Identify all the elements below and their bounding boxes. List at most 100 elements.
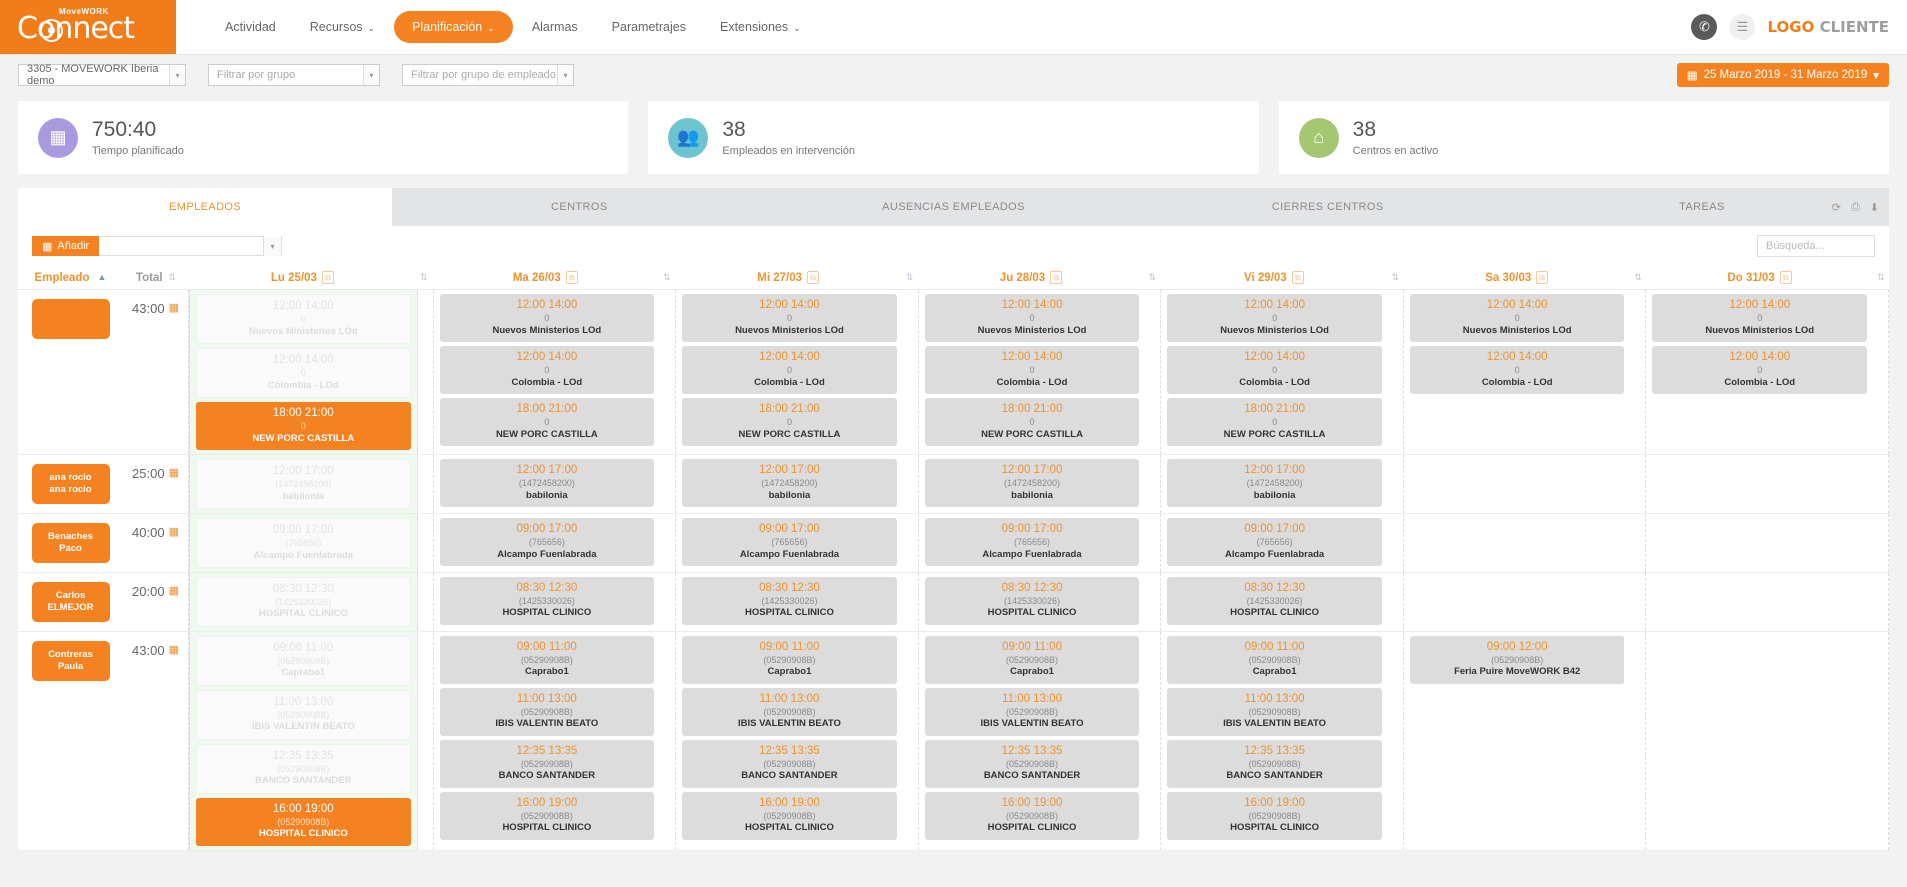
shift-card[interactable]: 09:00 11:00 (05290908B) Caprabo1 xyxy=(1167,635,1382,684)
shift-card[interactable]: 09:00 17:00 (765656) Alcampo Fuenlabrada xyxy=(682,517,897,566)
day-cell-5[interactable] xyxy=(1404,455,1631,513)
shift-card[interactable]: 18:00 21:00 0 NEW PORC CASTILLA xyxy=(682,397,897,446)
day-cell-1[interactable]: 12:00 14:00 0 Nuevos Ministerios LOd 12:00 … xyxy=(434,290,661,454)
shift-card[interactable]: 16:00 19:00 (05290908B) HOSPITAL CLINICO xyxy=(196,797,411,846)
day-cell-2[interactable]: 09:00 17:00 (765656) Alcampo Fuenlabrada xyxy=(676,514,903,572)
employee-chip[interactable]: Benaches Paco xyxy=(31,522,110,563)
shift-card[interactable]: 11:00 13:00 (05290908B) IBIS VALENTIN BEAT… xyxy=(924,687,1140,736)
nav-item-parametrajes[interactable]: Parametrajes xyxy=(597,12,701,42)
employee-chip[interactable]: ana rocio ana rocio xyxy=(31,463,110,504)
shift-card[interactable]: 11:00 13:00 (05290908B) IBIS VALENTIN BEAT… xyxy=(682,687,897,736)
day-cell-5[interactable]: 09:00 12:00 (05290908B) Feria Puire MoveWO… xyxy=(1404,632,1631,850)
shift-card[interactable]: 09:00 12:00 (05290908B) Feria Puire MoveWO… xyxy=(1409,635,1625,684)
shift-card[interactable]: 16:00 19:00 (05290908B) HOSPITAL CLINICO xyxy=(924,791,1140,840)
col-sort-day-5[interactable]: ⇅ xyxy=(1630,273,1646,282)
col-header-day-2[interactable]: Mi 27/03 ⧉ xyxy=(675,271,902,284)
sort-toggle-icon[interactable]: ⇅ xyxy=(420,273,428,282)
day-cell-0[interactable]: 08:30 12:30 (1425330026) HOSPITAL CLINICO xyxy=(189,572,418,631)
copy-day-icon[interactable]: ⧉ xyxy=(565,271,578,284)
shift-card[interactable]: 12:00 14:00 0 Nuevos Ministerios LOd xyxy=(682,294,897,342)
day-cell-3[interactable]: 09:00 11:00 (05290908B) Caprabo1 11:00 13:0… xyxy=(919,632,1146,850)
shift-card[interactable]: 18:00 21:00 0 NEW PORC CASTILLA xyxy=(439,397,655,446)
col-sort-day-4[interactable]: ⇅ xyxy=(1387,273,1403,282)
copy-day-icon[interactable]: ⧉ xyxy=(1536,271,1549,284)
day-cell-4[interactable]: 12:00 17:00 (1472458200) babilonia xyxy=(1161,455,1388,513)
shift-card[interactable]: 12:00 14:00 0 Colombia - LOd xyxy=(924,345,1140,394)
shift-card[interactable]: 12:00 14:00 0 Nuevos Ministerios LOd xyxy=(924,294,1140,342)
shift-card[interactable]: 12:35 13:35 (05290908B) BANCO SANTANDER xyxy=(1167,739,1382,788)
tab-empleados[interactable]: EMPLEADOS xyxy=(18,188,393,226)
shift-card[interactable]: 09:00 11:00 (05290908B) Caprabo1 xyxy=(924,635,1140,684)
shift-card[interactable]: 12:00 14:00 0 Colombia - LOd xyxy=(1409,345,1625,394)
tab-ausencias-empleados[interactable]: AUSENCIAS EMPLEADOS xyxy=(766,188,1140,226)
day-cell-6[interactable]: 12:00 14:00 0 Nuevos Ministerios LOd 12:00 … xyxy=(1646,290,1873,454)
day-cell-6[interactable] xyxy=(1646,573,1873,631)
shift-card[interactable]: 16:00 19:00 (05290908B) HOSPITAL CLINICO xyxy=(439,791,655,840)
print-icon[interactable]: ⎙ xyxy=(1851,201,1860,214)
day-cell-6[interactable] xyxy=(1646,455,1873,513)
shift-card[interactable]: 12:00 14:00 0 Colombia - LOd xyxy=(196,347,411,398)
shift-card[interactable]: 12:00 14:00 0 Colombia - LOd xyxy=(439,345,655,394)
day-cell-1[interactable]: 09:00 11:00 (05290908B) Caprabo1 11:00 13:0… xyxy=(434,632,661,850)
copy-day-icon[interactable]: ⧉ xyxy=(1291,271,1304,284)
col-header-day-6[interactable]: Do 31/03 ⧉ xyxy=(1646,271,1873,284)
nav-item-actividad[interactable]: Actividad xyxy=(210,12,291,42)
nav-item-alarmas[interactable]: Alarmas xyxy=(517,12,593,42)
shift-card[interactable]: 09:00 11:00 (05290908B) Caprabo1 xyxy=(439,635,655,684)
col-header-total[interactable]: Total ⇅ xyxy=(123,272,189,284)
shift-card[interactable]: 12:00 17:00 (1472458200) babilonia xyxy=(1167,458,1382,507)
shift-card[interactable]: 11:00 13:00 (05290908B) IBIS VALENTIN BEAT… xyxy=(196,689,411,740)
sort-toggle-icon[interactable]: ⇅ xyxy=(1877,273,1885,282)
day-cell-4[interactable]: 08:30 12:30 (1425330026) HOSPITAL CLINICO xyxy=(1161,573,1388,631)
shift-card[interactable]: 12:00 14:00 0 Nuevos Ministerios LOd xyxy=(1652,294,1868,342)
sort-toggle-icon[interactable]: ⇅ xyxy=(906,273,914,282)
chevron-down-icon[interactable]: ▾ xyxy=(363,65,379,85)
shift-card[interactable]: 12:00 17:00 (1472458200) babilonia xyxy=(196,458,411,509)
nav-item-extensiones[interactable]: Extensiones ⌄ xyxy=(705,12,816,42)
add-control[interactable]: ▦ Añadir ▾ xyxy=(32,236,282,256)
col-header-day-5[interactable]: Sa 30/03 ⧉ xyxy=(1403,271,1630,284)
day-cell-3[interactable]: 12:00 14:00 0 Nuevos Ministerios LOd 12:00 … xyxy=(919,290,1146,454)
employee-group-filter-select[interactable]: Filtrar por grupo de empleado ▾ xyxy=(402,64,574,86)
refresh-icon[interactable]: ⟳ xyxy=(1832,201,1841,214)
day-cell-4[interactable]: 09:00 17:00 (765656) Alcampo Fuenlabrada xyxy=(1161,514,1388,572)
sort-toggle-icon[interactable]: ⇅ xyxy=(663,273,671,282)
employee-chip[interactable] xyxy=(31,299,110,339)
day-cell-0[interactable]: 09:00 11:00 (05290908B) Caprabo1 11:00 13:0… xyxy=(189,631,418,850)
day-cell-2[interactable]: 08:30 12:30 (1425330026) HOSPITAL CLINICO xyxy=(676,573,903,631)
shift-card[interactable]: 18:00 21:00 0 NEW PORC CASTILLA xyxy=(196,401,411,450)
shift-card[interactable]: 16:00 19:00 (05290908B) HOSPITAL CLINICO xyxy=(1167,791,1382,840)
col-header-day-1[interactable]: Ma 26/03 ⧉ xyxy=(432,271,659,284)
tab-cierres-centros[interactable]: CIERRES CENTROS xyxy=(1141,188,1515,226)
shift-card[interactable]: 18:00 21:00 0 NEW PORC CASTILLA xyxy=(924,397,1140,446)
shift-card[interactable]: 11:00 13:00 (05290908B) IBIS VALENTIN BEAT… xyxy=(1167,687,1382,736)
employee-chip[interactable]: Carlos ELMEJOR xyxy=(31,581,110,622)
shift-card[interactable]: 12:00 14:00 0 Colombia - LOd xyxy=(1167,345,1382,394)
shift-card[interactable]: 12:00 14:00 0 Nuevos Ministerios LOd xyxy=(1409,294,1625,342)
phone-icon[interactable]: ✆ xyxy=(1691,14,1718,40)
shift-card[interactable]: 12:00 17:00 (1472458200) babilonia xyxy=(924,458,1140,507)
shift-card[interactable]: 16:00 19:00 (05290908B) HOSPITAL CLINICO xyxy=(682,791,897,840)
add-button[interactable]: ▦ Añadir xyxy=(32,236,100,256)
day-cell-3[interactable]: 09:00 17:00 (765656) Alcampo Fuenlabrada xyxy=(919,514,1146,572)
copy-day-icon[interactable]: ⧉ xyxy=(1050,271,1063,284)
col-header-day-0[interactable]: Lu 25/03 ⧉ xyxy=(189,271,416,284)
copy-day-icon[interactable]: ⧉ xyxy=(1779,271,1792,284)
day-cell-5[interactable] xyxy=(1404,514,1631,572)
col-sort-day-6[interactable]: ⇅ xyxy=(1873,273,1889,282)
shift-card[interactable]: 09:00 17:00 (765656) Alcampo Fuenlabrada xyxy=(924,517,1140,566)
shift-card[interactable]: 11:00 13:00 (05290908B) IBIS VALENTIN BEAT… xyxy=(439,687,655,736)
day-cell-3[interactable]: 12:00 17:00 (1472458200) babilonia xyxy=(919,455,1146,513)
calendar-icon[interactable]: ▦ xyxy=(169,301,179,314)
copy-day-icon[interactable]: ⧉ xyxy=(807,271,820,284)
company-select[interactable]: 3305 - MOVEWORK Iberia demo ▾ xyxy=(18,63,186,87)
col-sort-day-3[interactable]: ⇅ xyxy=(1144,273,1160,282)
sort-toggle-icon[interactable]: ⇅ xyxy=(1149,273,1157,282)
shift-card[interactable]: 09:00 11:00 (05290908B) Caprabo1 xyxy=(196,635,411,686)
day-cell-1[interactable]: 09:00 17:00 (765656) Alcampo Fuenlabrada xyxy=(434,514,661,572)
group-filter-select[interactable]: Filtrar por grupo ▾ xyxy=(208,64,380,86)
sort-toggle-icon[interactable]: ⇅ xyxy=(1634,273,1642,282)
search-input[interactable]: Búsqueda... xyxy=(1757,235,1875,257)
chevron-down-icon[interactable]: ▾ xyxy=(169,65,185,85)
shift-card[interactable]: 09:00 11:00 (05290908B) Caprabo1 xyxy=(682,635,897,684)
